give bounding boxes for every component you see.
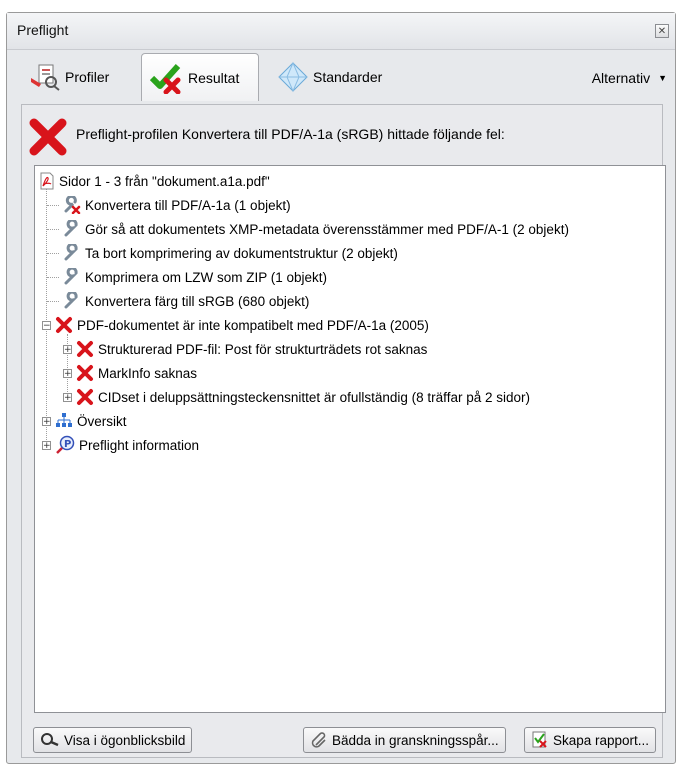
tree-item-error-1[interactable]: + Strukturerad PDF-fil: Post för struktu…: [63, 338, 427, 360]
options-label: Alternativ: [591, 70, 651, 86]
results-icon: [150, 62, 184, 94]
tab-resultat-label: Resultat: [188, 69, 240, 86]
expand-icon[interactable]: +: [63, 368, 72, 378]
embed-audit-trail-button[interactable]: Bädda in granskningsspår...: [303, 727, 506, 753]
wrench-icon: [63, 220, 81, 238]
title-bar: Preflight ✕: [7, 13, 675, 50]
window-title: Preflight: [17, 22, 69, 38]
tab-profiler-label: Profiler: [65, 69, 110, 85]
fixup-label: Komprimera om LZW som ZIP (1 objekt): [85, 269, 328, 285]
expand-icon[interactable]: +: [63, 344, 72, 354]
error-label: CIDset i deluppsättningsteckensnittet är…: [98, 389, 530, 405]
wrench-icon: [63, 268, 81, 286]
summary: Preflight-profilen Konvertera till PDF/A…: [28, 117, 505, 157]
tab-profiler[interactable]: Profiler: [21, 56, 117, 98]
fixup-label: Gör så att dokumentets XMP-metadata över…: [85, 221, 569, 237]
expand-icon[interactable]: +: [42, 416, 51, 426]
tree-item-error-group[interactable]: − PDF-dokumentet är inte kompatibelt med…: [42, 314, 429, 336]
snapshot-button[interactable]: Visa i ögonblicksbild: [33, 727, 193, 753]
tree-item-fixup-2[interactable]: Gör så att dokumentets XMP-metadata över…: [47, 218, 569, 240]
tree-root-label: Sidor 1 - 3 från "dokument.a1a.pdf": [59, 173, 270, 189]
close-button[interactable]: ✕: [655, 24, 669, 38]
tab-standarder-label: Standarder: [313, 69, 383, 85]
tree-item-info[interactable]: + P Preflight information: [42, 434, 199, 456]
fixup-label: Konvertera till PDF/A-1a (1 objekt): [85, 197, 291, 213]
overview-label: Översikt: [77, 413, 127, 429]
create-report-button[interactable]: Skapa rapport...: [524, 727, 657, 753]
wrench-icon: [63, 244, 81, 262]
error-label: MarkInfo saknas: [98, 365, 198, 381]
results-tree[interactable]: Sidor 1 - 3 från "dokument.a1a.pdf" Konv…: [34, 165, 666, 713]
magnifier-icon: [40, 732, 60, 748]
error-group-label: PDF-dokumentet är inte kompatibelt med P…: [77, 317, 429, 333]
fixup-label: Konvertera färg till sRGB (680 objekt): [85, 293, 310, 309]
tab-standarder[interactable]: Standarder: [269, 56, 390, 98]
error-x-icon: [76, 388, 94, 406]
embed-button-label: Bädda in granskningsspår...: [332, 732, 499, 748]
tree-item-fixup-5[interactable]: Konvertera färg till sRGB (680 objekt): [47, 290, 309, 312]
preflight-window: Preflight ✕ Profiler Resultat Standarder…: [6, 12, 676, 764]
tree-root[interactable]: Sidor 1 - 3 från "dokument.a1a.pdf": [39, 170, 270, 192]
svg-text:P: P: [64, 439, 71, 450]
expand-icon[interactable]: +: [63, 392, 72, 402]
button-bar: Visa i ögonblicksbild Bädda in gransknin…: [21, 721, 663, 757]
pdf-file-icon: [39, 172, 55, 190]
paperclip-icon: [310, 731, 328, 749]
error-x-icon: [55, 316, 73, 334]
error-icon: [28, 117, 68, 157]
wrench-error-icon: [63, 196, 81, 214]
expand-icon[interactable]: +: [42, 440, 51, 450]
tab-bar: Profiler Resultat Standarder Alternativ: [7, 50, 675, 104]
standards-icon: [277, 61, 309, 93]
report-button-label: Skapa rapport...: [553, 732, 650, 748]
report-icon: [531, 731, 549, 749]
error-x-icon: [76, 340, 94, 358]
info-label: Preflight information: [79, 437, 200, 453]
preflight-info-icon: P: [55, 435, 75, 455]
results-panel: Preflight-profilen Konvertera till PDF/A…: [21, 104, 666, 758]
collapse-icon[interactable]: −: [42, 320, 51, 330]
snapshot-button-label: Visa i ögonblicksbild: [64, 732, 186, 748]
profiles-icon: [29, 62, 61, 92]
options-menu[interactable]: Alternativ ▼: [592, 70, 667, 86]
close-icon: ✕: [657, 26, 667, 37]
tree-item-fixup-3[interactable]: Ta bort komprimering av dokumentstruktur…: [47, 242, 398, 264]
tree-item-fixup-1[interactable]: Konvertera till PDF/A-1a (1 objekt): [47, 194, 291, 216]
tab-resultat[interactable]: Resultat: [141, 53, 259, 101]
dropdown-arrow-icon: ▼: [658, 73, 667, 83]
hierarchy-icon: [55, 412, 73, 430]
wrench-icon: [63, 292, 81, 310]
tree-item-error-2[interactable]: + MarkInfo saknas: [63, 362, 197, 384]
summary-message: Preflight-profilen Konvertera till PDF/A…: [76, 126, 505, 142]
tree-item-fixup-4[interactable]: Komprimera om LZW som ZIP (1 objekt): [47, 266, 327, 288]
error-x-icon: [76, 364, 94, 382]
tree-item-overview[interactable]: + Översikt: [42, 410, 127, 432]
tree-item-error-3[interactable]: + CIDset i deluppsättningsteckensnittet …: [63, 386, 530, 408]
fixup-label: Ta bort komprimering av dokumentstruktur…: [85, 245, 398, 261]
error-label: Strukturerad PDF-fil: Post för strukturt…: [98, 341, 428, 357]
